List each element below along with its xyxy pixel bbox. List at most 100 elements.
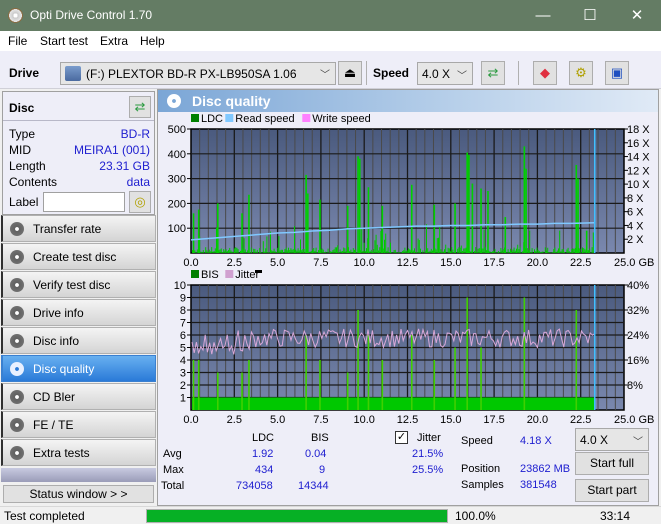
test-speed-select[interactable]: 4.0 X ﹀ — [575, 428, 649, 451]
y-tick-label: 500 — [168, 124, 186, 136]
ldc-bar — [378, 250, 379, 253]
ldc-bar — [260, 252, 262, 253]
progress-text: 100.0% — [455, 509, 496, 523]
start-part-button[interactable]: Start part — [575, 479, 649, 502]
ldc-bar — [498, 251, 499, 253]
ldc-bar — [422, 250, 424, 253]
avg-label: Avg — [163, 448, 182, 460]
ldc-bar — [398, 252, 400, 253]
ldc-bar — [541, 251, 543, 253]
speed-select[interactable]: 4.0 X ﹀ — [417, 62, 473, 85]
nav-extra-tests[interactable]: Extra tests — [1, 439, 156, 466]
disc-refresh-button[interactable]: ⇄ — [129, 96, 151, 118]
start-full-button[interactable]: Start full — [575, 452, 649, 475]
ldc-peak — [466, 152, 468, 253]
refresh-drive-button[interactable]: ⇄ — [481, 61, 505, 85]
menu-extra[interactable]: Extra — [100, 34, 128, 48]
ldc-bar — [500, 247, 502, 253]
nav-verify-test-disc[interactable]: Verify test disc — [1, 271, 156, 298]
ldc-bar — [200, 251, 202, 253]
minimize-button[interactable]: — — [520, 0, 566, 31]
ldc-bar — [349, 250, 351, 253]
menu-help[interactable]: Help — [140, 34, 165, 48]
ldc-bar — [296, 250, 298, 253]
drive-select[interactable]: (F:) PLEXTOR BD-R PX-LB950SA 1.06 ﹀ — [60, 62, 336, 85]
ldc-bar — [591, 247, 593, 253]
ldc-bar — [240, 250, 241, 253]
ldc-bar — [553, 249, 555, 253]
ldc-bar — [343, 247, 345, 253]
y-tick-label: 7 — [180, 318, 186, 330]
legend-swatch — [191, 270, 199, 278]
jitter-checkbox[interactable]: ✓ — [395, 431, 408, 444]
ldc-bar — [477, 248, 479, 253]
type-label: Type — [9, 127, 36, 141]
ldc-bar — [584, 249, 586, 253]
bis-peak — [305, 335, 307, 410]
ldc-bar — [573, 248, 575, 253]
ldc-bar — [442, 251, 444, 253]
label-disc-button[interactable]: ◎ — [129, 191, 151, 213]
ldc-bar — [391, 252, 393, 253]
max-label: Max — [163, 464, 184, 476]
ldc-bar — [404, 247, 406, 253]
max-jitter: 25.5% — [412, 464, 444, 476]
nav-label: CD Bler — [33, 390, 76, 404]
erase-button[interactable]: ◆ — [533, 61, 557, 85]
legend-swatch — [225, 114, 234, 122]
ldc-bar — [350, 249, 352, 253]
ldc-bar — [514, 250, 516, 253]
ldc-bar — [342, 251, 343, 253]
app-disc-icon — [8, 8, 23, 23]
disc-gear-icon — [10, 446, 24, 460]
ldc-bar — [265, 248, 267, 253]
ldc-bar — [340, 251, 342, 253]
ldc-bar — [219, 249, 221, 253]
bis-peak — [454, 347, 456, 410]
ldc-bar — [362, 250, 364, 253]
y-tick-label: 5 — [180, 343, 186, 355]
label-input[interactable] — [43, 192, 125, 212]
nav-fe-te[interactable]: FE / TE — [1, 411, 156, 438]
ldc-bar — [558, 248, 559, 253]
y-tick-label: 200 — [168, 198, 186, 210]
x-tick-label: 5.0 — [270, 414, 285, 426]
menu-file[interactable]: File — [8, 34, 27, 48]
save-button[interactable]: ▣ — [605, 61, 629, 85]
ldc-bar — [513, 247, 515, 253]
nav-transfer-rate[interactable]: Transfer rate — [1, 215, 156, 242]
nav-disc-quality[interactable]: Disc quality — [1, 355, 156, 382]
status-window-button[interactable]: Status window > > — [3, 485, 154, 503]
bis-peak — [575, 310, 578, 410]
ldc-bar — [196, 249, 198, 253]
drive-value: (F:) PLEXTOR BD-R PX-LB950SA 1.06 — [86, 67, 297, 81]
ldc-bar — [324, 252, 325, 253]
nav-drive-info[interactable]: Drive info — [1, 299, 156, 326]
ldc-bar — [496, 252, 498, 253]
ldc-bar — [337, 245, 339, 253]
ldc-bar — [560, 251, 562, 253]
menu-start-test[interactable]: Start test — [40, 34, 88, 48]
settings-button[interactable]: ⚙ — [569, 61, 593, 85]
ldc-peak — [525, 168, 527, 253]
disc-gear-icon — [10, 222, 24, 236]
x-tick-label: 12.5 — [397, 257, 418, 269]
ldc-bar — [526, 248, 528, 253]
ldc-bar — [501, 250, 503, 253]
x-tick-label: 15.0 — [440, 414, 461, 426]
disc-info-box: Disc ⇄ Type BD-R MID MEIRA1 (001) Length… — [2, 91, 155, 215]
nav-cd-bler[interactable]: CD Bler — [1, 383, 156, 410]
ldc-bar — [202, 250, 204, 253]
x-tick-label: 15.0 — [440, 257, 461, 269]
maximize-button[interactable]: ☐ — [567, 0, 613, 31]
nav-disc-info[interactable]: Disc info — [1, 327, 156, 354]
close-button[interactable]: ✕ — [614, 0, 660, 31]
x-tick-label: 2.5 — [227, 414, 242, 426]
ldc-bar — [235, 247, 237, 253]
eject-button[interactable]: ⏏ — [338, 61, 362, 85]
refresh-icon: ⇄ — [134, 99, 146, 114]
ldc-bar — [420, 248, 421, 253]
ldc-bar — [262, 241, 264, 253]
ldc-bar — [462, 251, 463, 253]
nav-create-test-disc[interactable]: Create test disc — [1, 243, 156, 270]
